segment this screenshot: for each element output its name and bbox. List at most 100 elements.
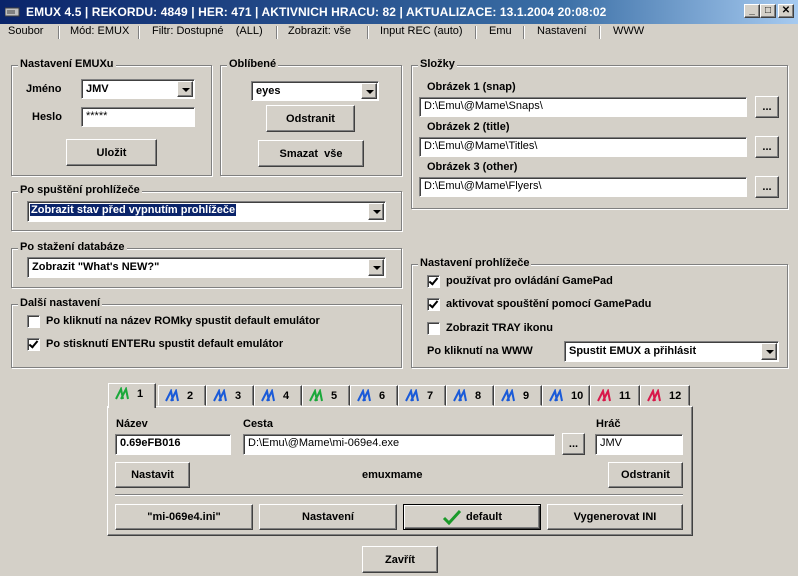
tab-12[interactable]: 12 <box>640 385 690 406</box>
set-emulator-label: Nastavit <box>131 469 174 481</box>
menu-separator <box>523 26 525 39</box>
folder-path-title[interactable]: D:\Emu\@Mame\Titles\ <box>419 137 747 157</box>
gamepad-control-label: používat pro ovládání GamePad <box>446 275 613 287</box>
rom-click-checkbox[interactable] <box>27 315 40 328</box>
close-dialog-button[interactable]: Zavřít <box>362 546 438 573</box>
www-click-label: Po kliknutí na WWW <box>427 345 533 357</box>
tab-11[interactable]: 11 <box>590 385 640 406</box>
maximize-icon: □ <box>764 5 772 16</box>
joystick-icon <box>405 389 419 402</box>
player-field[interactable]: JMV <box>595 434 683 455</box>
emu-name-field[interactable]: 0.69eFB016 <box>115 434 231 455</box>
menu-www[interactable]: WWW <box>613 25 644 37</box>
generate-ini-label: Vygenerovat INI <box>573 511 657 523</box>
password-value: ***** <box>86 110 108 122</box>
emulator-settings-button[interactable]: Nastavení <box>259 504 397 530</box>
chevron-down-icon[interactable] <box>361 83 377 99</box>
other-settings-group: Další nastavení <box>11 297 402 368</box>
clear-favorites-label: Smazat vše <box>279 147 343 160</box>
menu-settings[interactable]: Nastavení <box>537 25 587 37</box>
browse-title-button[interactable]: ... <box>755 136 779 158</box>
joystick-icon <box>309 389 323 402</box>
emulator-id: emuxmame <box>362 469 423 481</box>
after-download-combo[interactable]: Zobrazit "What's NEW?" <box>27 257 386 278</box>
rom-click-label: Po kliknutí na název ROMky spustit defau… <box>46 315 320 327</box>
remove-emulator-button[interactable]: Odstranit <box>608 462 683 488</box>
enter-launch-checkbox[interactable] <box>27 338 40 351</box>
favorites-combo[interactable]: eyes <box>251 81 379 101</box>
browse-emu-path-label: ... <box>568 438 579 450</box>
remove-favorite-label: Odstranit <box>286 112 335 125</box>
folder-path-other[interactable]: D:\Emu\@Mame\Flyers\ <box>419 177 747 197</box>
window-title: EMUX 4.5 | REKORDU: 4849 | HER: 471 | AK… <box>26 5 607 19</box>
tab-1[interactable]: 1 <box>108 383 156 408</box>
save-button-label: Uložit <box>96 146 127 159</box>
tab-label: 2 <box>187 390 194 402</box>
emu-path-field[interactable]: D:\Emu\@Mame\mi-069e4.exe <box>243 434 555 455</box>
maximize-button[interactable]: □ <box>760 4 776 18</box>
menu-mode[interactable]: Mód: EMUX <box>70 25 129 37</box>
tab-4[interactable]: 4 <box>254 385 302 406</box>
gamepad-control-checkbox[interactable] <box>427 275 440 288</box>
after-start-combo[interactable]: Zobrazit stav před vypnutím prohlížeče <box>27 201 386 222</box>
name-combo[interactable]: JMV <box>81 79 195 99</box>
folder-path-snap[interactable]: D:\Emu\@Mame\Snaps\ <box>419 97 747 117</box>
menu-emu[interactable]: Emu <box>489 25 512 37</box>
emu-name-value: 0.69eFB016 <box>120 437 181 449</box>
tray-icon-label: Zobrazit TRAY ikonu <box>446 322 553 334</box>
save-button[interactable]: Uložit <box>66 139 157 166</box>
joystick-icon <box>501 389 515 402</box>
set-emulator-button[interactable]: Nastavit <box>115 462 190 488</box>
joystick-icon <box>597 389 611 402</box>
menu-bar: Soubor Mód: EMUX Filtr: Dostupné (ALL) Z… <box>0 24 798 41</box>
tab-2[interactable]: 2 <box>158 385 206 406</box>
name-label: Jméno <box>26 83 62 95</box>
chevron-down-icon[interactable] <box>368 259 384 276</box>
browse-emu-path-button[interactable]: ... <box>562 433 585 455</box>
menu-separator <box>138 26 140 39</box>
gamepad-launch-checkbox[interactable] <box>427 298 440 311</box>
chevron-down-icon[interactable] <box>761 343 777 360</box>
joystick-icon <box>115 387 129 400</box>
joystick-icon <box>549 389 563 402</box>
title-bar[interactable]: EMUX 4.5 | REKORDU: 4849 | HER: 471 | AK… <box>0 0 798 24</box>
close-button[interactable]: ✕ <box>778 4 794 18</box>
remove-emulator-label: Odstranit <box>621 469 670 481</box>
menu-input-rec[interactable]: Input REC (auto) <box>380 25 463 37</box>
menu-filter[interactable]: Filtr: Dostupné (ALL) <box>152 25 263 37</box>
tab-5[interactable]: 5 <box>302 385 350 406</box>
chevron-down-icon[interactable] <box>177 81 193 97</box>
tab-8[interactable]: 8 <box>446 385 494 406</box>
www-action-combo[interactable]: Spustit EMUX a přihlásit <box>564 341 779 362</box>
enter-launch-label: Po stisknutí ENTERu spustit default emul… <box>46 338 284 350</box>
player-value: JMV <box>600 437 622 449</box>
tab-label: 11 <box>619 390 631 402</box>
ini-file-button[interactable]: "mi-069e4.ini" <box>115 504 253 530</box>
tab-label: 3 <box>235 390 242 402</box>
generate-ini-button[interactable]: Vygenerovat INI <box>547 504 683 530</box>
menu-view[interactable]: Zobrazit: vše <box>288 25 351 37</box>
other-settings-legend: Další nastavení <box>18 297 103 309</box>
folder-path-title-value: D:\Emu\@Mame\Titles\ <box>424 140 538 152</box>
tab-10[interactable]: 10 <box>542 385 590 406</box>
tab-9[interactable]: 9 <box>494 385 542 406</box>
default-button[interactable]: default <box>403 504 541 530</box>
browse-other-label: ... <box>762 181 772 193</box>
menu-separator <box>475 26 477 39</box>
emulator-settings-label: Nastavení <box>302 511 354 523</box>
browse-snap-button[interactable]: ... <box>755 96 779 118</box>
tray-icon-checkbox[interactable] <box>427 322 440 335</box>
remove-favorite-button[interactable]: Odstranit <box>266 105 355 132</box>
password-field[interactable]: ***** <box>81 107 195 127</box>
chevron-down-icon[interactable] <box>368 203 384 220</box>
emux-settings-legend: Nastavení EMUXu <box>18 58 116 70</box>
joystick-icon <box>213 389 227 402</box>
clear-favorites-button[interactable]: Smazat vše <box>258 140 364 167</box>
tab-7[interactable]: 7 <box>398 385 446 406</box>
browse-other-button[interactable]: ... <box>755 176 779 198</box>
tab-label: 10 <box>571 390 584 402</box>
tab-3[interactable]: 3 <box>206 385 254 406</box>
tab-6[interactable]: 6 <box>350 385 398 406</box>
menu-soubor[interactable]: Soubor <box>8 25 43 37</box>
minimize-button[interactable]: _ <box>744 4 760 18</box>
